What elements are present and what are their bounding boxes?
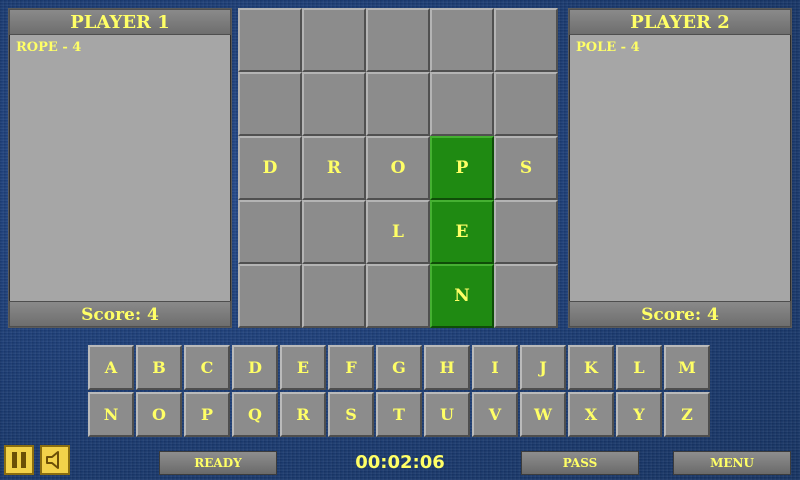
key-b[interactable]: B <box>136 345 182 390</box>
pause-icon <box>12 452 26 468</box>
player1-word: ROPE - 4 <box>16 40 82 55</box>
key-r[interactable]: R <box>280 392 326 437</box>
player1-word-list: ROPE - 4 <box>16 39 224 57</box>
key-u[interactable]: U <box>424 392 470 437</box>
board-cell[interactable] <box>302 200 366 264</box>
board-cell[interactable] <box>238 200 302 264</box>
board-cell[interactable] <box>366 72 430 136</box>
game-timer: 00:02:06 <box>355 452 445 473</box>
board-cell[interactable]: R <box>302 136 366 200</box>
speaker-icon <box>46 451 59 469</box>
game-board: DROPSLEN <box>238 8 558 328</box>
key-w[interactable]: W <box>520 392 566 437</box>
key-o[interactable]: O <box>136 392 182 437</box>
key-j[interactable]: J <box>520 345 566 390</box>
board-cell[interactable] <box>494 72 558 136</box>
key-t[interactable]: T <box>376 392 422 437</box>
key-h[interactable]: H <box>424 345 470 390</box>
board-cell[interactable]: E <box>430 200 494 264</box>
menu-button[interactable]: MENU <box>673 451 791 475</box>
board-cell[interactable]: D <box>238 136 302 200</box>
board-cell[interactable]: O <box>366 136 430 200</box>
board-cell[interactable]: P <box>430 136 494 200</box>
key-a[interactable]: A <box>88 345 134 390</box>
key-v[interactable]: V <box>472 392 518 437</box>
player2-word: POLE - 4 <box>576 40 640 55</box>
key-z[interactable]: Z <box>664 392 710 437</box>
board-cell[interactable] <box>302 264 366 328</box>
key-m[interactable]: M <box>664 345 710 390</box>
board-cell[interactable] <box>238 72 302 136</box>
key-i[interactable]: I <box>472 345 518 390</box>
pause-button[interactable] <box>4 445 34 475</box>
player1-panel: PLAYER 1 ROPE - 4 Score: 4 <box>8 8 232 328</box>
key-f[interactable]: F <box>328 345 374 390</box>
key-k[interactable]: K <box>568 345 614 390</box>
key-g[interactable]: G <box>376 345 422 390</box>
board-cell[interactable] <box>238 264 302 328</box>
key-s[interactable]: S <box>328 392 374 437</box>
board-cell[interactable] <box>494 8 558 72</box>
player1-score: Score: 4 <box>9 301 231 327</box>
key-c[interactable]: C <box>184 345 230 390</box>
key-l[interactable]: L <box>616 345 662 390</box>
board-cell[interactable] <box>494 200 558 264</box>
player1-title: PLAYER 1 <box>9 9 231 35</box>
board-cell[interactable] <box>430 72 494 136</box>
board-cell[interactable]: N <box>430 264 494 328</box>
player2-score: Score: 4 <box>569 301 791 327</box>
board-cell[interactable]: L <box>366 200 430 264</box>
player2-panel: PLAYER 2 POLE - 4 Score: 4 <box>568 8 792 328</box>
key-q[interactable]: Q <box>232 392 278 437</box>
key-x[interactable]: X <box>568 392 614 437</box>
board-cell[interactable]: S <box>494 136 558 200</box>
board-cell[interactable] <box>494 264 558 328</box>
key-e[interactable]: E <box>280 345 326 390</box>
key-p[interactable]: P <box>184 392 230 437</box>
key-y[interactable]: Y <box>616 392 662 437</box>
letter-keyboard: ABCDEFGHIJKLM NOPQRSTUVWXYZ <box>88 345 712 439</box>
board-cell[interactable] <box>430 8 494 72</box>
board-cell[interactable] <box>302 8 366 72</box>
player2-word-list: POLE - 4 <box>576 39 784 57</box>
ready-button[interactable]: READY <box>159 451 277 475</box>
pass-button[interactable]: PASS <box>521 451 639 475</box>
board-cell[interactable] <box>366 264 430 328</box>
board-cell[interactable] <box>238 8 302 72</box>
board-cell[interactable] <box>302 72 366 136</box>
key-n[interactable]: N <box>88 392 134 437</box>
player2-title: PLAYER 2 <box>569 9 791 35</box>
board-cell[interactable] <box>366 8 430 72</box>
key-d[interactable]: D <box>232 345 278 390</box>
sound-button[interactable] <box>40 445 70 475</box>
